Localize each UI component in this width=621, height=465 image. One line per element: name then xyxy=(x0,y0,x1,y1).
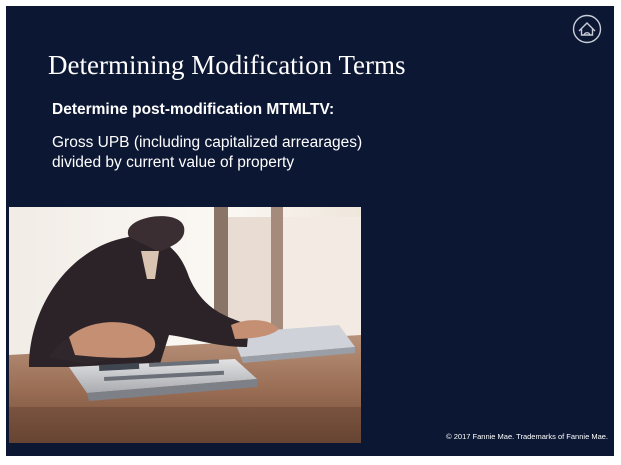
body-line: divided by current value of property xyxy=(52,154,295,171)
slide-body: Gross UPB (including capitalized arreara… xyxy=(52,133,362,173)
body-line: Gross UPB (including capitalized arreara… xyxy=(52,134,363,151)
slide: Determining Modification Terms Determine… xyxy=(6,6,614,456)
fannie-mae-logo-icon xyxy=(572,14,602,44)
slide-title: Determining Modification Terms xyxy=(48,50,406,80)
copyright-footer: © 2017 Fannie Mae. Trademarks of Fannie … xyxy=(446,432,608,441)
calculator-photo xyxy=(9,207,361,443)
slide-subheading: Determine post-modification MTMLTV: xyxy=(52,101,335,118)
